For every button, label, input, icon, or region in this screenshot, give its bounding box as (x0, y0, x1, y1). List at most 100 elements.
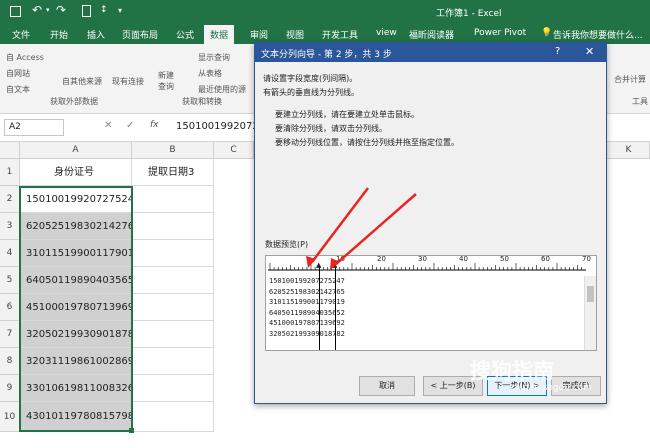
tab-foxit[interactable]: 福昕阅读器 (409, 28, 454, 41)
row-header[interactable]: 3 (0, 213, 20, 240)
break-arrow-icon: ▲ (332, 261, 338, 269)
cell-b9[interactable] (132, 375, 214, 402)
tab-view[interactable]: 视图 (286, 28, 304, 41)
tab-home[interactable]: 开始 (50, 28, 68, 41)
dialog-title-bar: 文本分列向导 - 第 2 步，共 3 步 (255, 43, 606, 62)
tip-clear-line: 要清除分列线，请双击分列线。 (275, 124, 387, 133)
cell-b8[interactable] (132, 348, 214, 375)
row-header[interactable]: 7 (0, 321, 20, 348)
cell-a10[interactable]: 430101197808157988 (20, 402, 132, 432)
fx-icon[interactable]: fx (150, 120, 159, 130)
cell-b2[interactable] (132, 186, 214, 213)
ruler-label: 40 (459, 255, 468, 263)
window-title: 工作簿1 - Excel (436, 9, 502, 19)
formula-input[interactable]: 15010019920727 (176, 121, 265, 132)
tab-power-pivot[interactable]: Power Pivot (474, 28, 526, 38)
group-tools: 工具 (632, 97, 648, 106)
other-sources-button[interactable]: 自其他来源 (62, 76, 102, 87)
tab-formulas[interactable]: 公式 (176, 28, 194, 41)
row-header[interactable]: 5 (0, 267, 20, 294)
preview-row: 620525198302142765 (269, 287, 345, 296)
text-to-columns-dialog: 文本分列向导 - 第 2 步，共 3 步 ? ✕ 请设置字段宽度(列间隔)。 有… (254, 42, 607, 404)
data-preview-box[interactable]: 10 20 30 40 50 60 70 150100199207275247 … (265, 255, 597, 351)
row-header[interactable]: 6 (0, 294, 20, 321)
chevron-down-icon[interactable]: ▾ (46, 6, 50, 14)
undo-icon[interactable]: ↶ (32, 3, 42, 17)
cell-b4[interactable] (132, 240, 214, 267)
cell-a8[interactable]: 32031119861002869X (20, 348, 132, 375)
cell-b7[interactable] (132, 321, 214, 348)
tab-insert[interactable]: 插入 (87, 28, 105, 41)
cell-a3[interactable]: 620525198302142765 (20, 213, 132, 240)
from-table-button[interactable]: 从表格 (198, 68, 222, 79)
from-web-button[interactable]: 自网站 (6, 68, 30, 79)
qat-customize-icon[interactable]: ▾ (118, 6, 122, 15)
row-header[interactable]: 9 (0, 375, 20, 402)
scroll-thumb[interactable] (587, 286, 594, 302)
instruction-line-2: 有箭头的垂直线为分列线。 (263, 88, 359, 97)
ribbon-tab-bar: 文件 开始 插入 页面布局 公式 数据 审阅 视图 开发工具 view 福昕阅读… (0, 24, 650, 44)
cell-b10[interactable] (132, 402, 214, 432)
print-preview-icon[interactable] (82, 5, 91, 17)
from-text-button[interactable]: 自文本 (6, 84, 30, 95)
close-icon[interactable]: ✕ (585, 45, 594, 58)
tab-view-en[interactable]: view (376, 28, 397, 38)
cell-b1[interactable]: 提取日期3 (132, 159, 214, 186)
redo-icon[interactable]: ↷ (56, 3, 66, 17)
enter-icon[interactable]: ✓ (126, 120, 134, 131)
break-line-2[interactable] (335, 266, 336, 350)
fill-handle[interactable] (129, 428, 134, 433)
tab-data[interactable]: 数据 (204, 25, 235, 44)
group-external-data: 获取外部数据 (50, 97, 98, 106)
preview-scrollbar[interactable] (584, 276, 596, 350)
preview-rows: 150100199207275247 620525198302142765 31… (269, 276, 585, 346)
row-header[interactable]: 1 (0, 159, 20, 186)
watermark: 搜狗指南 (470, 359, 554, 383)
cell-b6[interactable] (132, 294, 214, 321)
cell-a5[interactable]: 640501198904035652 (20, 267, 132, 294)
cell-a7[interactable]: 320502199309018782 (20, 321, 132, 348)
cell-b5[interactable] (132, 267, 214, 294)
column-header-b[interactable]: B (132, 142, 214, 159)
cell-b3[interactable] (132, 213, 214, 240)
from-access-button[interactable]: 自 Access (6, 52, 44, 63)
ruler-label: 70 (582, 255, 591, 263)
tab-page-layout[interactable]: 页面布局 (122, 28, 158, 41)
ruler-label: 50 (500, 255, 509, 263)
tab-file[interactable]: 文件 (12, 28, 30, 41)
row-header[interactable]: 2 (0, 186, 20, 213)
lightbulb-icon: 💡 (541, 28, 553, 38)
group-transform: 获取和转换 (182, 97, 222, 106)
select-all-corner[interactable] (0, 142, 20, 159)
recent-sources-button[interactable]: 最近使用的源 (198, 84, 246, 95)
preview-row: 320502199309018782 (269, 329, 345, 338)
existing-connections-button[interactable]: 现有连接 (112, 76, 144, 87)
cancel-icon[interactable]: ✕ (104, 120, 112, 131)
ruler-label: 60 (541, 255, 550, 263)
ruler-label: 20 (377, 255, 386, 263)
merge-calc-button[interactable]: 合并计算 (614, 74, 646, 85)
cancel-button[interactable]: 取消 (359, 376, 415, 396)
column-header-k[interactable]: K (608, 142, 650, 159)
tab-review[interactable]: 审阅 (250, 28, 268, 41)
save-icon[interactable] (10, 6, 21, 17)
help-button[interactable]: ? (555, 46, 560, 57)
name-box[interactable]: A2 (4, 119, 64, 136)
tab-developer[interactable]: 开发工具 (322, 28, 358, 41)
column-header-c[interactable]: C (214, 142, 254, 159)
cell-a6[interactable]: 451000197807139692 (20, 294, 132, 321)
row-header[interactable]: 8 (0, 348, 20, 375)
cell-a4[interactable]: 310115199001179019 (20, 240, 132, 267)
row-header[interactable]: 10 (0, 402, 20, 432)
break-line-1[interactable] (319, 266, 320, 350)
cell-a9[interactable]: 330106198110083262 (20, 375, 132, 402)
cell-a1[interactable]: 身份证号 (20, 159, 132, 186)
show-query-button[interactable]: 显示查询 (198, 52, 230, 63)
column-header-a[interactable]: A (20, 142, 132, 159)
sort-icon[interactable]: ↕ (100, 5, 108, 15)
tell-me-search[interactable]: 告诉我你想要做什么... (553, 28, 643, 41)
watermark-url: zhinan.sogou.com (510, 383, 592, 393)
new-query-button[interactable]: 新建 查询 (158, 70, 174, 92)
cell-a2[interactable]: 150100199207275247 (20, 186, 132, 213)
row-header[interactable]: 4 (0, 240, 20, 267)
